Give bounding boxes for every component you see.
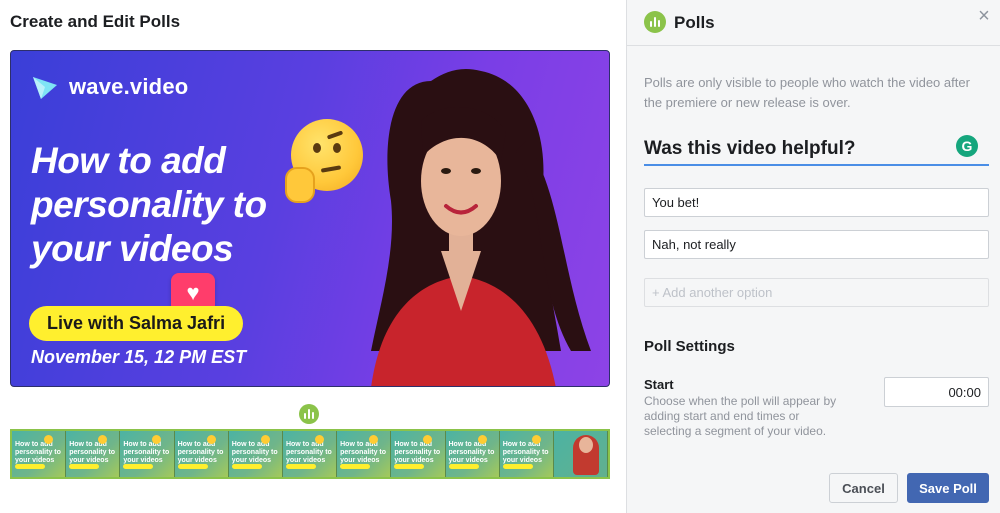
editor-left-pane: Create and Edit Polls wave.video How to … [0,0,626,513]
timeline-frame: How to add personality to your videos [66,431,121,477]
timeline-frame: How to add personality to your videos [120,431,175,477]
logo-text: wave.video [69,74,189,99]
video-timeline[interactable]: How to add personality to your videos Ho… [10,429,610,479]
timeline-frame: How to add personality to your videos [499,431,554,477]
panel-header: Polls × [627,0,1000,46]
add-option-input[interactable] [644,278,989,307]
start-description: Choose when the poll will appear by addi… [644,394,837,438]
timeline-frame: How to add personality to your videos [174,431,229,477]
option-input-2[interactable] [644,230,989,259]
timeline-frame: How to add personality to your videos [391,431,446,477]
video-preview[interactable]: wave.video How to add personality to you… [10,50,610,387]
poll-settings-heading: Poll Settings [644,338,735,355]
timeline-frame [553,431,608,477]
start-label: Start [644,377,674,392]
page-title: Create and Edit Polls [10,12,181,31]
question-field: G [644,134,989,166]
timeline-frame: How to add personality to your videos [12,431,67,477]
timeline-frame: How to add personality to your videos [445,431,500,477]
wave-logo-icon [33,77,57,99]
wave-video-logo: wave.video [31,73,188,101]
start-time-input[interactable] [884,377,989,407]
option-input-1[interactable] [644,188,989,217]
live-badge: Live with Salma Jafri [29,306,244,341]
timeline-frame: How to add personality to your videos [228,431,283,477]
cancel-button[interactable]: Cancel [829,473,898,503]
visibility-info: Polls are only visible to people who wat… [644,75,970,110]
question-input[interactable] [644,134,944,164]
grammarly-icon[interactable]: G [956,135,978,157]
close-icon[interactable]: × [976,6,992,26]
polls-panel: Polls × Polls are only visible to people… [626,0,1000,513]
poll-editor: Create and Edit Polls wave.video How to … [0,0,1000,513]
presenter-image [371,69,591,386]
poll-marker-icon[interactable] [299,404,319,424]
polls-icon [644,11,666,33]
panel-title: Polls [674,13,715,32]
timeline-frame: How to add personality to your videos [282,431,338,477]
save-poll-button[interactable]: Save Poll [907,473,989,503]
event-date: November 15, 12 PM EST [31,347,247,367]
timeline-frame: How to add personality to your videos [337,431,392,477]
